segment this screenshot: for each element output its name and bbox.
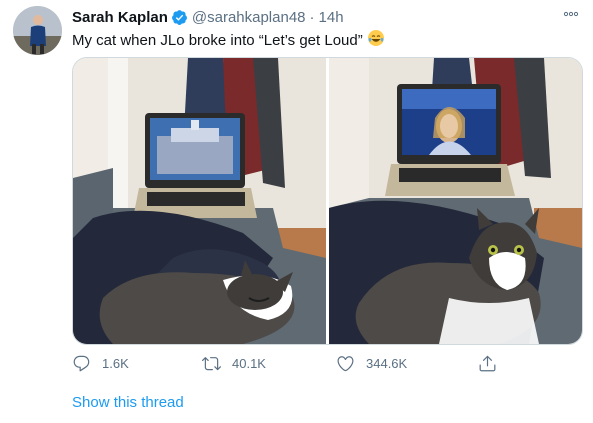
verified-badge-icon — [171, 9, 188, 26]
like-icon — [337, 355, 354, 371]
media-grid[interactable] — [72, 57, 583, 345]
tweet[interactable]: Sarah Kaplan @sarahkaplan48 · 14h My cat… — [0, 0, 593, 423]
reply-button[interactable]: 1.6K — [72, 348, 129, 378]
cat-alert-laptop-photo[interactable] — [329, 58, 582, 344]
author-handle[interactable]: @sarahkaplan48 — [192, 9, 306, 26]
share-button[interactable] — [478, 348, 497, 378]
like-count: 344.6K — [366, 355, 408, 371]
reply-count: 1.6K — [102, 355, 129, 371]
timestamp[interactable]: 14h — [319, 9, 344, 26]
show-thread-link[interactable]: Show this thread — [72, 394, 184, 411]
tweet-text: My cat when JLo broke into “Let’s get Lo… — [72, 29, 385, 53]
retweet-button[interactable]: 40.1K — [202, 348, 266, 378]
avatar-image — [13, 6, 62, 55]
avatar[interactable] — [13, 6, 62, 55]
reply-icon — [73, 355, 90, 371]
separator-dot: · — [309, 8, 315, 26]
like-button[interactable]: 344.6K — [336, 348, 407, 378]
tweet-text-body: My cat when JLo broke into “Let’s get Lo… — [72, 32, 363, 49]
retweet-count: 40.1K — [232, 355, 266, 371]
author-name[interactable]: Sarah Kaplan — [72, 9, 168, 26]
tweet-header: Sarah Kaplan @sarahkaplan48 · 14h — [72, 7, 344, 27]
share-icon — [479, 355, 496, 371]
more-horizontal-icon[interactable] — [560, 3, 582, 25]
tweet-actions: 1.6K 40.1K 344.6K — [72, 348, 502, 378]
cat-asleep-laptop-photo[interactable] — [73, 58, 326, 344]
retweet-icon — [202, 356, 221, 370]
tears-of-joy-emoji-icon — [367, 29, 385, 53]
